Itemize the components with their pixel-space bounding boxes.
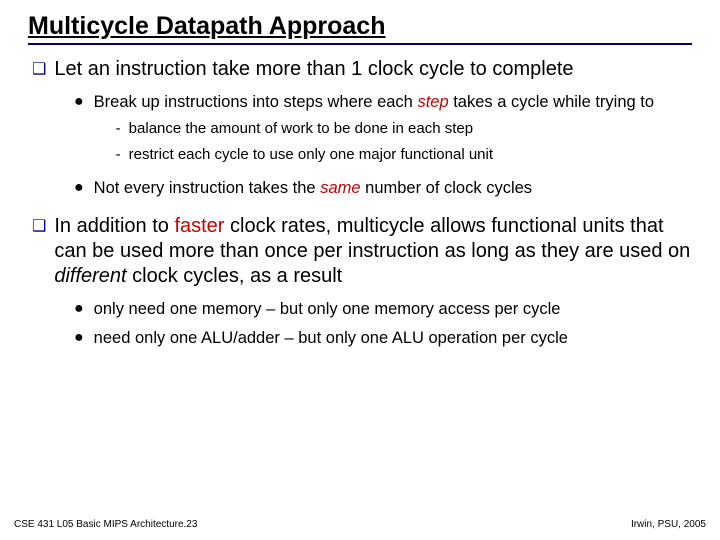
bullet-text: Break up instructions into steps where e… (94, 92, 654, 170)
dash-bullet-icon: - (116, 119, 121, 139)
dash-list: - balance the amount of work to be done … (94, 119, 654, 164)
slide-content: ❑ Let an instruction take more than 1 cl… (28, 57, 692, 350)
disc-bullet-icon: ● (74, 300, 84, 320)
bullet-text: balance the amount of work to be done in… (129, 119, 473, 139)
bullet-level3: - restrict each cycle to use only one ma… (116, 145, 654, 165)
disc-bullet-icon: ● (74, 93, 84, 170)
bullet-text: need only one ALU/adder – but only one A… (94, 328, 568, 349)
bullet-text: only need one memory – but only one memo… (94, 299, 561, 320)
disc-bullet-icon: ● (74, 329, 84, 349)
footer-left: CSE 431 L05 Basic MIPS Architecture.23 (14, 519, 197, 530)
bullet-text: Let an instruction take more than 1 cloc… (54, 57, 573, 82)
accent-text: same (320, 179, 360, 197)
bullet-text: Not every instruction takes the same num… (94, 178, 532, 199)
square-bullet-icon: ❑ (32, 216, 46, 289)
bullet-text: restrict each cycle to use only one majo… (129, 145, 493, 165)
bullet-level1: ❑ Let an instruction take more than 1 cl… (32, 57, 692, 82)
bullet-level3: - balance the amount of work to be done … (116, 119, 654, 139)
bullet-level2: ● only need one memory – but only one me… (74, 299, 692, 320)
bullet-text: In addition to faster clock rates, multi… (54, 214, 692, 289)
italic-text: different (54, 265, 126, 287)
dash-bullet-icon: - (116, 145, 121, 165)
bullet-level2: ● need only one ALU/adder – but only one… (74, 328, 692, 349)
sub-bullet-list: ● Break up instructions into steps where… (32, 92, 692, 200)
disc-bullet-icon: ● (74, 179, 84, 199)
bullet-level2: ● Not every instruction takes the same n… (74, 178, 692, 199)
bullet-level2: ● Break up instructions into steps where… (74, 92, 692, 170)
accent-text: step (417, 93, 448, 111)
slide-footer: CSE 431 L05 Basic MIPS Architecture.23 I… (14, 519, 706, 530)
slide-title: Multicycle Datapath Approach (28, 12, 692, 45)
sub-bullet-list: ● only need one memory – but only one me… (32, 299, 692, 350)
square-bullet-icon: ❑ (32, 59, 46, 82)
footer-right: Irwin, PSU, 2005 (631, 519, 706, 530)
accent-text: faster (174, 215, 224, 237)
bullet-level1: ❑ In addition to faster clock rates, mul… (32, 214, 692, 289)
